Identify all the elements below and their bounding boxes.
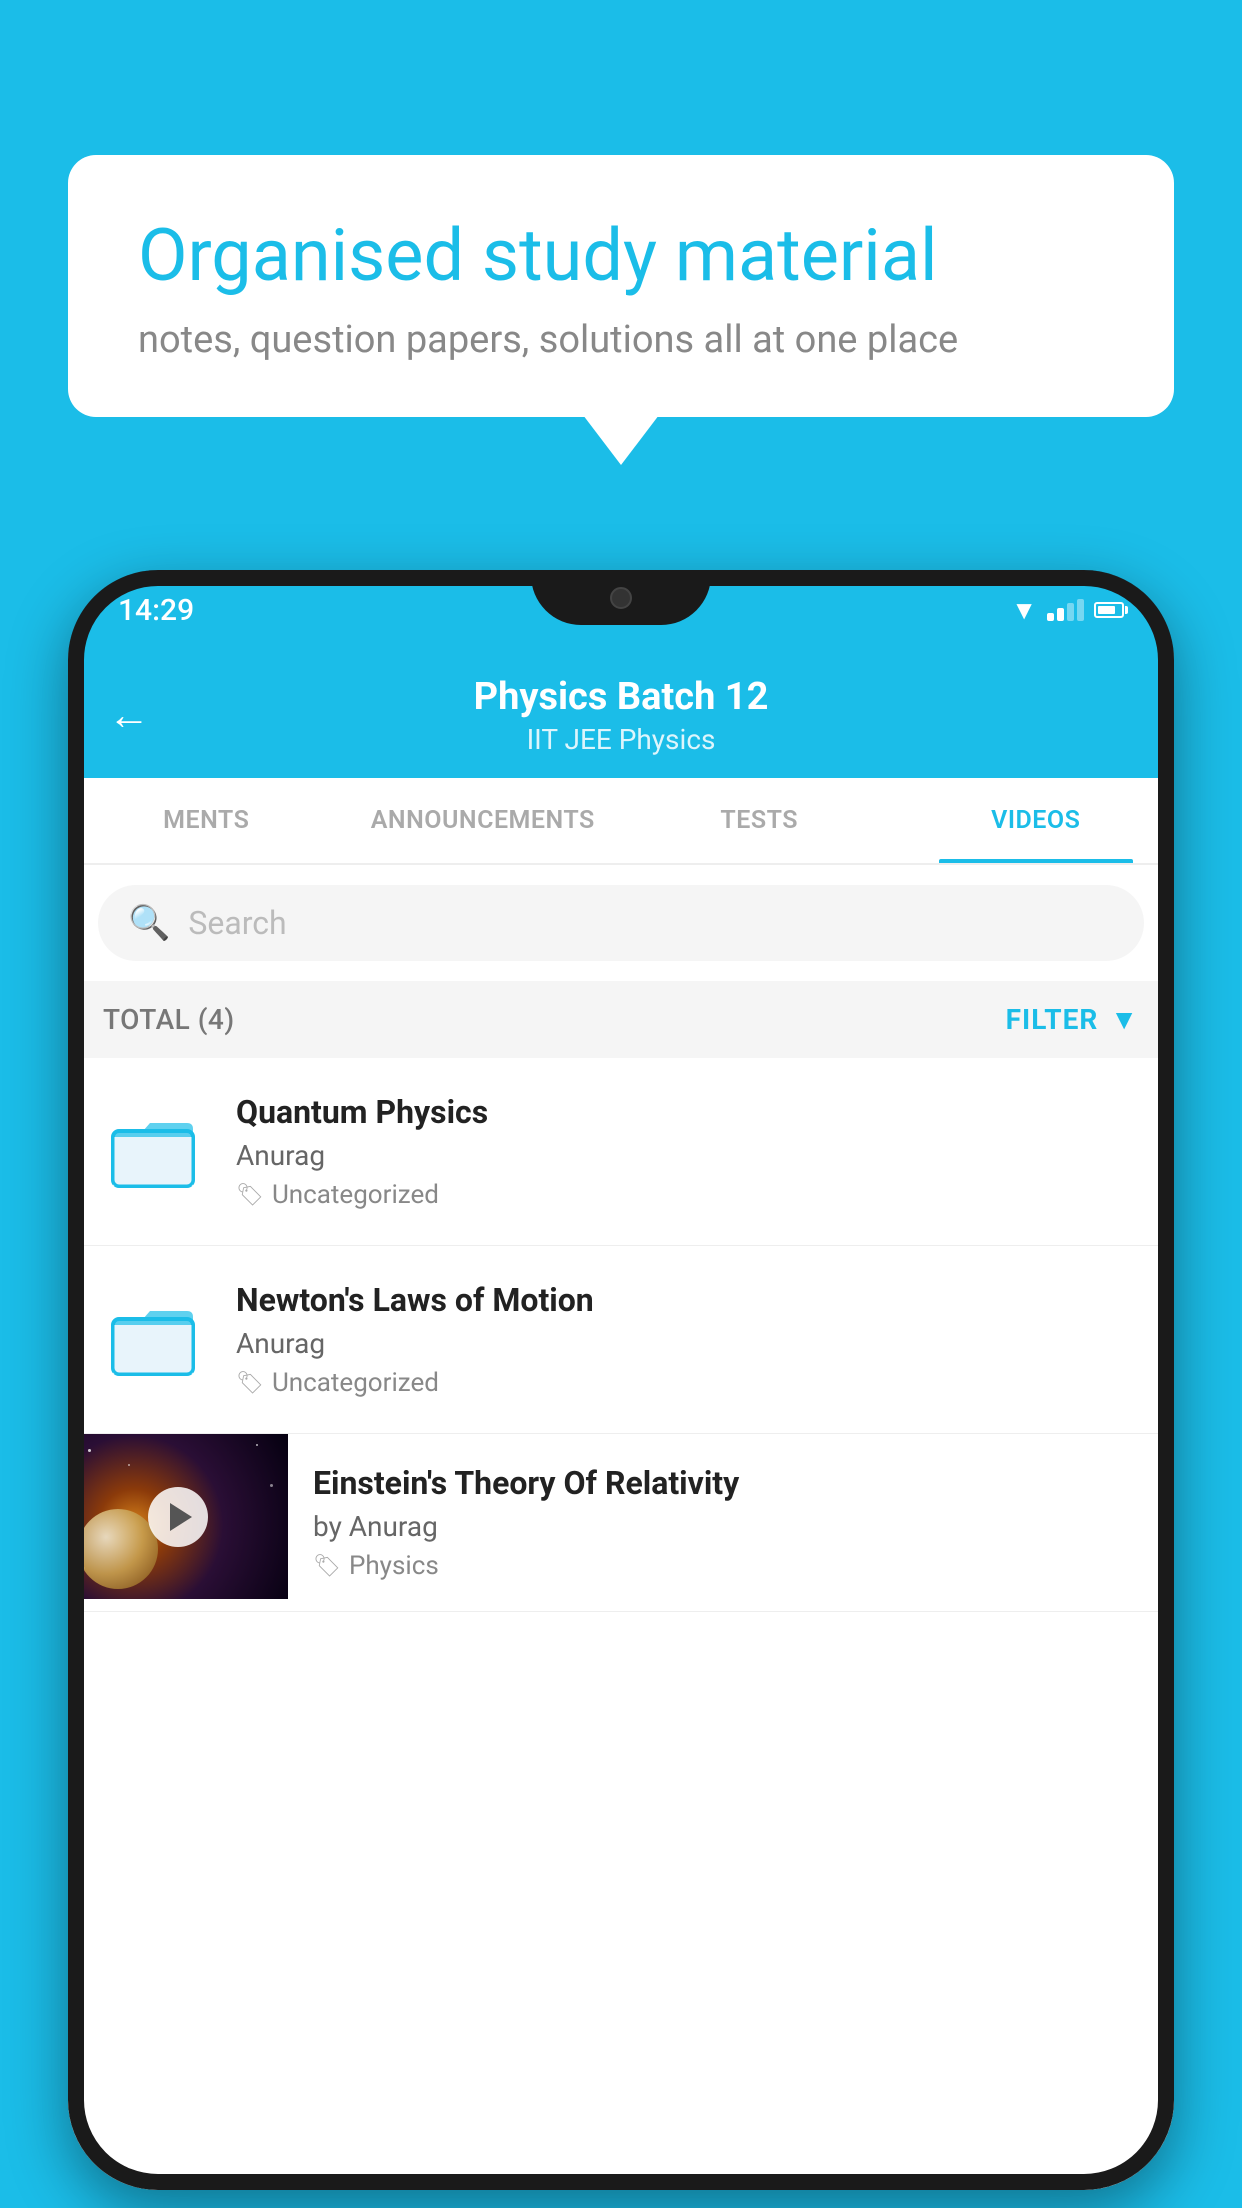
search-input[interactable]: Search [188, 904, 286, 942]
play-button[interactable] [148, 1487, 208, 1547]
list-item[interactable]: Einstein's Theory Of Relativity by Anura… [68, 1434, 1174, 1612]
tab-ments[interactable]: MENTS [68, 778, 345, 863]
tag-icon: 🏷 [236, 1371, 264, 1396]
video-author: by Anurag [313, 1510, 1149, 1543]
search-icon: 🔍 [128, 903, 170, 943]
back-button[interactable]: ← [108, 691, 150, 740]
tabs-bar: MENTS ANNOUNCEMENTS TESTS VIDEOS [68, 778, 1174, 865]
tag-label: Physics [349, 1551, 439, 1581]
video-info: Einstein's Theory Of Relativity by Anura… [288, 1434, 1174, 1611]
tab-tests[interactable]: TESTS [621, 778, 898, 863]
bubble-title: Organised study material [138, 215, 1104, 298]
video-thumbnail [68, 1434, 288, 1599]
phone-frame: 14:29 ▼ ← Physics Batch 12 IIT JEE Physi… [68, 570, 1174, 2190]
tab-announcements[interactable]: ANNOUNCEMENTS [345, 778, 622, 863]
search-container: 🔍 Search [68, 865, 1174, 981]
filter-icon: ▼ [1110, 1003, 1139, 1036]
video-title: Quantum Physics [236, 1093, 1144, 1131]
tag-icon: 🏷 [236, 1183, 264, 1208]
total-count: TOTAL (4) [103, 1003, 235, 1036]
video-info: Newton's Laws of Motion Anurag 🏷 Uncateg… [236, 1281, 1144, 1398]
folder-icon [108, 1103, 198, 1193]
battery-icon [1094, 602, 1124, 618]
tag-label: Uncategorized [272, 1368, 439, 1398]
video-tag: 🏷 Uncategorized [236, 1368, 1144, 1398]
folder-icon [108, 1291, 198, 1381]
video-title: Newton's Laws of Motion [236, 1281, 1144, 1319]
video-author: Anurag [236, 1327, 1144, 1360]
app-header: ← Physics Batch 12 IIT JEE Physics [68, 650, 1174, 778]
filter-label: FILTER [1006, 1003, 1099, 1036]
volume-up-button[interactable] [68, 870, 70, 950]
filter-button[interactable]: FILTER ▼ [1006, 1003, 1139, 1036]
video-tag: 🏷 Physics [313, 1551, 1149, 1581]
video-info: Quantum Physics Anurag 🏷 Uncategorized [236, 1093, 1144, 1210]
search-bar[interactable]: 🔍 Search [98, 885, 1144, 961]
header-title-group: Physics Batch 12 IIT JEE Physics [180, 675, 1062, 756]
signal-icon [1047, 599, 1084, 621]
list-item[interactable]: Newton's Laws of Motion Anurag 🏷 Uncateg… [68, 1246, 1174, 1434]
tab-videos[interactable]: VIDEOS [898, 778, 1175, 863]
status-icons: ▼ [1011, 595, 1124, 626]
list-item[interactable]: Quantum Physics Anurag 🏷 Uncategorized [68, 1058, 1174, 1246]
phone-screen: ← Physics Batch 12 IIT JEE Physics MENTS… [68, 650, 1174, 2190]
header-title: Physics Batch 12 [180, 675, 1062, 719]
notch [531, 570, 711, 625]
play-icon [170, 1503, 192, 1531]
speech-bubble: Organised study material notes, question… [68, 155, 1174, 417]
video-title: Einstein's Theory Of Relativity [313, 1464, 1149, 1502]
filter-bar: TOTAL (4) FILTER ▼ [68, 981, 1174, 1058]
status-bar: 14:29 ▼ [68, 570, 1174, 650]
video-author: Anurag [236, 1139, 1144, 1172]
header-subtitle: IIT JEE Physics [180, 723, 1062, 756]
wifi-icon: ▼ [1011, 595, 1037, 626]
tag-label: Uncategorized [272, 1180, 439, 1210]
folder-thumbnail [98, 1281, 208, 1391]
video-tag: 🏷 Uncategorized [236, 1180, 1144, 1210]
power-button[interactable] [1172, 930, 1174, 1060]
content-area: Quantum Physics Anurag 🏷 Uncategorized [68, 1058, 1174, 2190]
tag-icon: 🏷 [313, 1554, 341, 1579]
volume-down-button[interactable] [68, 980, 70, 1060]
bubble-subtitle: notes, question papers, solutions all at… [138, 318, 1104, 362]
folder-thumbnail [98, 1093, 208, 1203]
status-time: 14:29 [118, 593, 194, 628]
camera-dot [610, 587, 632, 609]
